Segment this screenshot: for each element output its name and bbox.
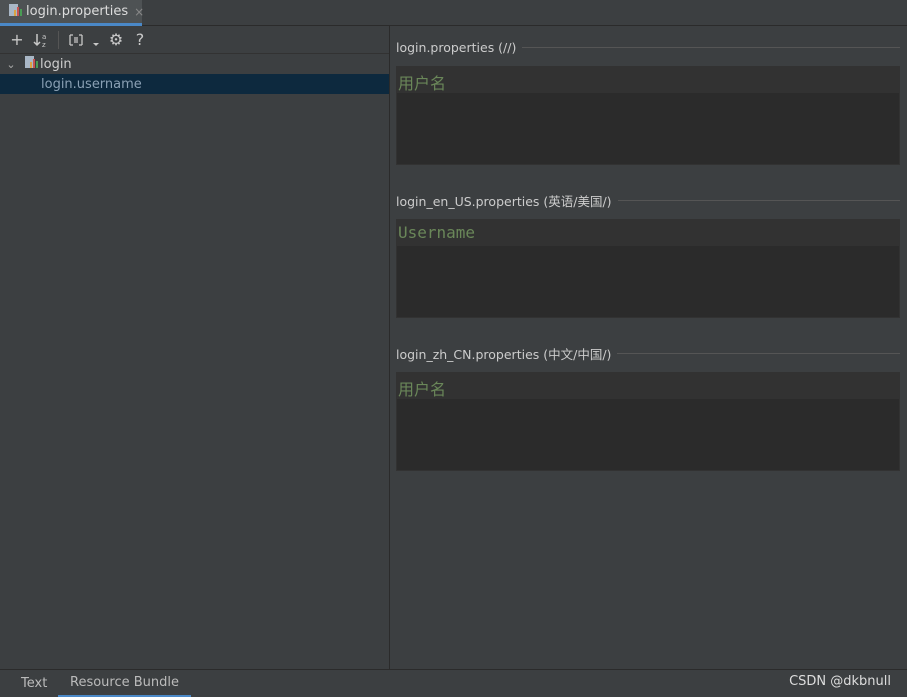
- section-default: login.properties (//) 用户名: [396, 38, 900, 165]
- watermark: CSDN @dkbnull: [789, 674, 891, 689]
- toolbar-separator: [58, 30, 59, 49]
- tree-node-login[interactable]: ⌄ login: [0, 54, 389, 74]
- editor-tab-bar: login.properties ×: [0, 0, 907, 26]
- value-editor-zh-cn[interactable]: 用户名: [396, 372, 900, 471]
- divider: [617, 199, 900, 201]
- caret-down-icon: [93, 42, 99, 46]
- svg-text:z: z: [42, 41, 46, 48]
- dropdown-button[interactable]: [89, 29, 103, 51]
- divider: [522, 46, 900, 48]
- help-button[interactable]: ?: [129, 29, 151, 51]
- tree-toolbar: + a z ⚙ ?: [0, 26, 389, 54]
- value-text: Username: [398, 223, 476, 242]
- keys-tree-pane: + a z ⚙ ? ⌄ login login.username: [0, 26, 390, 669]
- section-title: login.properties (//): [396, 39, 517, 55]
- section-zh-cn: login_zh_CN.properties (中文/中国/) 用户名: [396, 344, 900, 471]
- close-icon[interactable]: ×: [134, 5, 144, 19]
- resource-bundle-icon: [24, 55, 38, 73]
- value-text: 用户名: [398, 74, 447, 93]
- value-text: 用户名: [398, 380, 447, 399]
- gear-icon: ⚙: [108, 30, 124, 49]
- section-title: login_zh_CN.properties (中文/中国/): [396, 346, 612, 362]
- sort-button[interactable]: a z: [30, 29, 52, 51]
- sort-alpha-icon: a z: [33, 33, 46, 48]
- tab-resource-bundle[interactable]: Resource Bundle: [58, 670, 192, 697]
- resource-bundle-icon: [8, 3, 22, 21]
- value-editor-en-us[interactable]: Username: [396, 219, 900, 318]
- tab-label: login.properties: [26, 4, 129, 19]
- divider: [617, 352, 900, 354]
- settings-button[interactable]: ⚙: [105, 29, 127, 51]
- svg-text:a: a: [42, 33, 46, 41]
- tab-text[interactable]: Text: [21, 670, 47, 697]
- values-pane: login.properties (//) 用户名 login_en_US.pr…: [390, 26, 907, 669]
- group-by-button[interactable]: [65, 29, 87, 51]
- group-icon: [69, 33, 83, 46]
- tab-label: Resource Bundle: [70, 675, 180, 690]
- tree-node-label: login: [40, 56, 72, 72]
- bottom-tab-bar: Text Resource Bundle: [0, 669, 907, 697]
- tab-label: Text: [21, 676, 48, 691]
- section-title: login_en_US.properties (英语/美国/): [396, 193, 612, 209]
- expand-arrow-icon[interactable]: ⌄: [4, 58, 18, 71]
- value-editor-default[interactable]: 用户名: [396, 66, 900, 165]
- help-icon: ?: [135, 30, 145, 49]
- tree-node-label: login.username: [41, 76, 142, 92]
- section-en-us: login_en_US.properties (英语/美国/) Username: [396, 191, 900, 318]
- tree-node-login-username[interactable]: login.username: [0, 74, 389, 94]
- add-property-button[interactable]: +: [6, 29, 28, 51]
- tab-login-properties[interactable]: login.properties ×: [0, 0, 144, 26]
- plus-icon: +: [10, 30, 24, 49]
